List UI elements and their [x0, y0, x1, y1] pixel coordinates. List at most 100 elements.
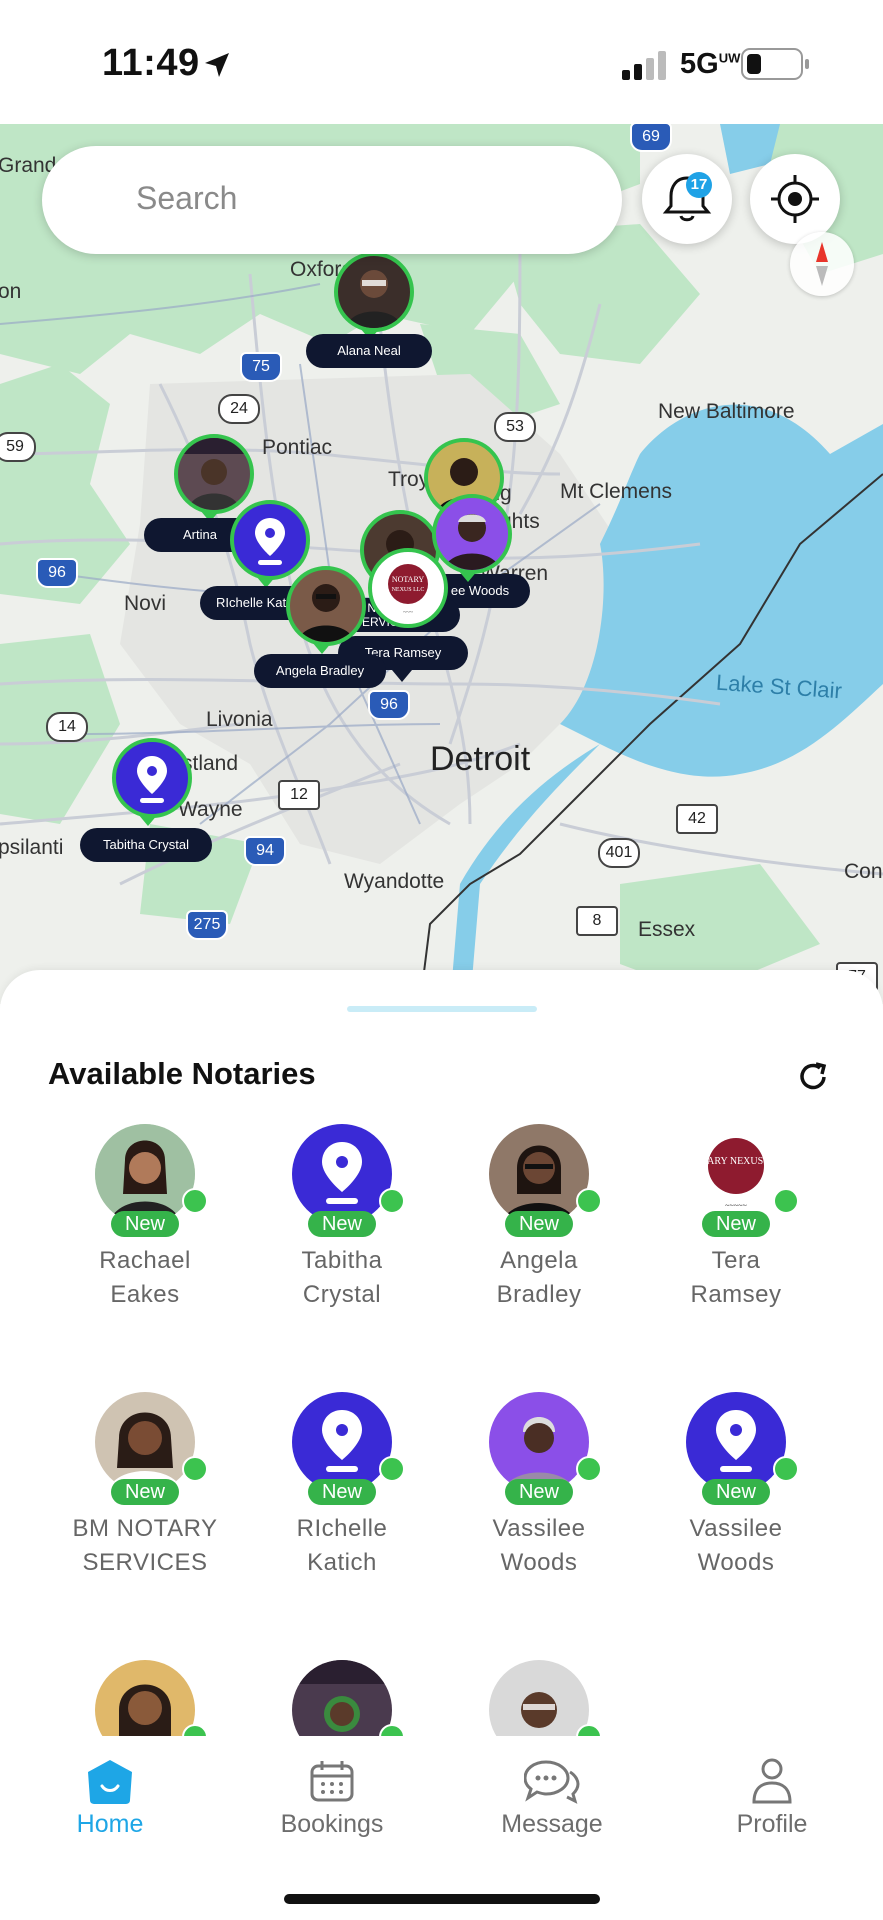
- notary-card[interactable]: [441, 1660, 637, 1740]
- tab-message[interactable]: Message: [472, 1736, 632, 1846]
- notary-card[interactable]: New Vassilee Woods: [441, 1392, 637, 1612]
- notary-card[interactable]: New Rachael Eakes: [47, 1124, 243, 1344]
- notary-name: Vassilee Woods: [492, 1515, 586, 1576]
- locate-me-button[interactable]: [750, 154, 840, 244]
- notary-card[interactable]: NOTARY NEXUS LLC ~~~~~ New Tera Ramsey: [638, 1124, 834, 1344]
- pin-tail: [392, 670, 412, 682]
- notary-pin-location[interactable]: [112, 738, 192, 818]
- notary-name: Angela Bradley: [496, 1247, 582, 1308]
- notary-pin-photo[interactable]: [174, 434, 254, 514]
- tab-label: Message: [501, 1810, 603, 1838]
- place-label: Troy: [388, 468, 430, 491]
- svg-text:NEXUS LLC: NEXUS LLC: [392, 587, 425, 593]
- place-label: psilanti: [0, 836, 64, 859]
- notary-card[interactable]: New BM NOTARY SERVICES: [47, 1392, 243, 1612]
- sheet-title: Available Notaries: [48, 1056, 316, 1091]
- battery-icon: [741, 48, 809, 80]
- search-input[interactable]: Search: [42, 146, 622, 254]
- notary-pin-photo[interactable]: [334, 252, 414, 332]
- calendar-icon: [310, 1761, 354, 1802]
- notary-pin-location[interactable]: [230, 500, 310, 580]
- place-label: Livonia: [206, 708, 273, 731]
- available-notaries-sheet: Available Notaries New Rachael Eakes New …: [0, 970, 883, 1740]
- pin-label[interactable]: Alana Neal: [306, 334, 432, 368]
- place-label: Essex: [638, 918, 696, 941]
- tab-label: Home: [76, 1810, 144, 1838]
- bell-icon: [662, 176, 712, 222]
- place-label-detroit: Detroit: [430, 740, 531, 778]
- refresh-icon[interactable]: [794, 1058, 832, 1096]
- tab-home[interactable]: Home: [30, 1736, 190, 1846]
- new-badge: New: [308, 1479, 376, 1505]
- notary-card[interactable]: New Tabitha Crystal: [244, 1124, 440, 1344]
- online-status-dot: [576, 1456, 602, 1482]
- place-label: New Baltimore: [658, 400, 795, 423]
- network-label: 5GUW: [680, 48, 741, 80]
- notary-card[interactable]: New Angela Bradley: [441, 1124, 637, 1344]
- notary-avatar: [292, 1660, 392, 1740]
- svg-text:NOTARY: NOTARY: [392, 575, 424, 584]
- notary-avatar: [489, 1392, 589, 1492]
- notification-count-badge: 17: [686, 172, 712, 198]
- route-shield: 53: [494, 412, 536, 442]
- route-shield: 94: [244, 836, 286, 866]
- route-shield: 59: [0, 432, 36, 462]
- svg-text:~~~: ~~~: [403, 610, 413, 616]
- map-view[interactable]: Grand Oxford Pontiac Troy rling ghts Mt …: [0, 124, 883, 1004]
- location-pin-avatar-icon: [686, 1392, 786, 1492]
- pin-tail: [458, 570, 478, 582]
- route-shield: 96: [368, 690, 410, 720]
- online-status-dot: [182, 1456, 208, 1482]
- person-icon: [752, 1758, 792, 1804]
- route-shield: 75: [240, 352, 282, 382]
- notary-avatar: [95, 1124, 195, 1224]
- tab-bookings[interactable]: Bookings: [252, 1736, 412, 1846]
- route-shield: 42: [676, 804, 718, 834]
- new-badge: New: [505, 1211, 573, 1237]
- notary-card[interactable]: New RIchelle Katich: [244, 1392, 440, 1612]
- new-badge: New: [111, 1211, 179, 1237]
- notary-card[interactable]: [244, 1660, 440, 1740]
- online-status-dot: [773, 1188, 799, 1214]
- route-shield: 69: [630, 124, 672, 152]
- notary-pin-photo[interactable]: [432, 494, 512, 574]
- notary-name: Tera Ramsey: [690, 1247, 782, 1308]
- location-pin-avatar-icon: [292, 1124, 392, 1224]
- company-logo-avatar: NOTARY NEXUS LLC ~~~~~: [686, 1124, 786, 1224]
- new-badge: New: [505, 1479, 573, 1505]
- compass-button[interactable]: [790, 232, 854, 296]
- svg-text:~~~~~: ~~~~~: [725, 1201, 747, 1210]
- notary-card[interactable]: New Vassilee Woods: [638, 1392, 834, 1612]
- online-status-dot: [182, 1188, 208, 1214]
- online-status-dot: [773, 1456, 799, 1482]
- notary-name: BM NOTARY SERVICES: [72, 1515, 218, 1576]
- route-shield: 275: [186, 910, 228, 940]
- notifications-button[interactable]: 17: [642, 154, 732, 244]
- route-shield: 12: [278, 780, 320, 810]
- route-shield: 401: [598, 838, 640, 868]
- place-label: Mt Clemens: [560, 480, 673, 503]
- chat-icon: [524, 1760, 580, 1804]
- place-label: on: [0, 280, 22, 303]
- notary-pin-photo[interactable]: [286, 566, 366, 646]
- signal-icon: [622, 51, 666, 80]
- tab-label: Profile: [736, 1810, 808, 1838]
- sheet-drag-handle[interactable]: [347, 1006, 537, 1012]
- location-arrow-icon: [205, 53, 229, 77]
- notary-card[interactable]: [47, 1660, 243, 1740]
- online-status-dot: [576, 1188, 602, 1214]
- bottom-tab-bar: Home Bookings Message Profile: [0, 1736, 883, 1920]
- notary-name: Rachael Eakes: [99, 1247, 191, 1308]
- notary-avatar: [489, 1660, 589, 1740]
- notary-pin-logo[interactable]: NOTARY NEXUS LLC ~~~: [368, 548, 448, 628]
- place-label: Con: [844, 860, 883, 883]
- tab-profile[interactable]: Profile: [692, 1736, 852, 1846]
- pin-label[interactable]: Angela Bradley: [254, 654, 386, 688]
- pin-label[interactable]: Tabitha Crystal: [80, 828, 212, 862]
- place-label: Pontiac: [262, 436, 333, 459]
- new-badge: New: [702, 1479, 770, 1505]
- place-label: Novi: [124, 592, 167, 615]
- new-badge: New: [702, 1211, 770, 1237]
- home-indicator: [284, 1894, 600, 1904]
- notary-name: Tabitha Crystal: [301, 1247, 383, 1308]
